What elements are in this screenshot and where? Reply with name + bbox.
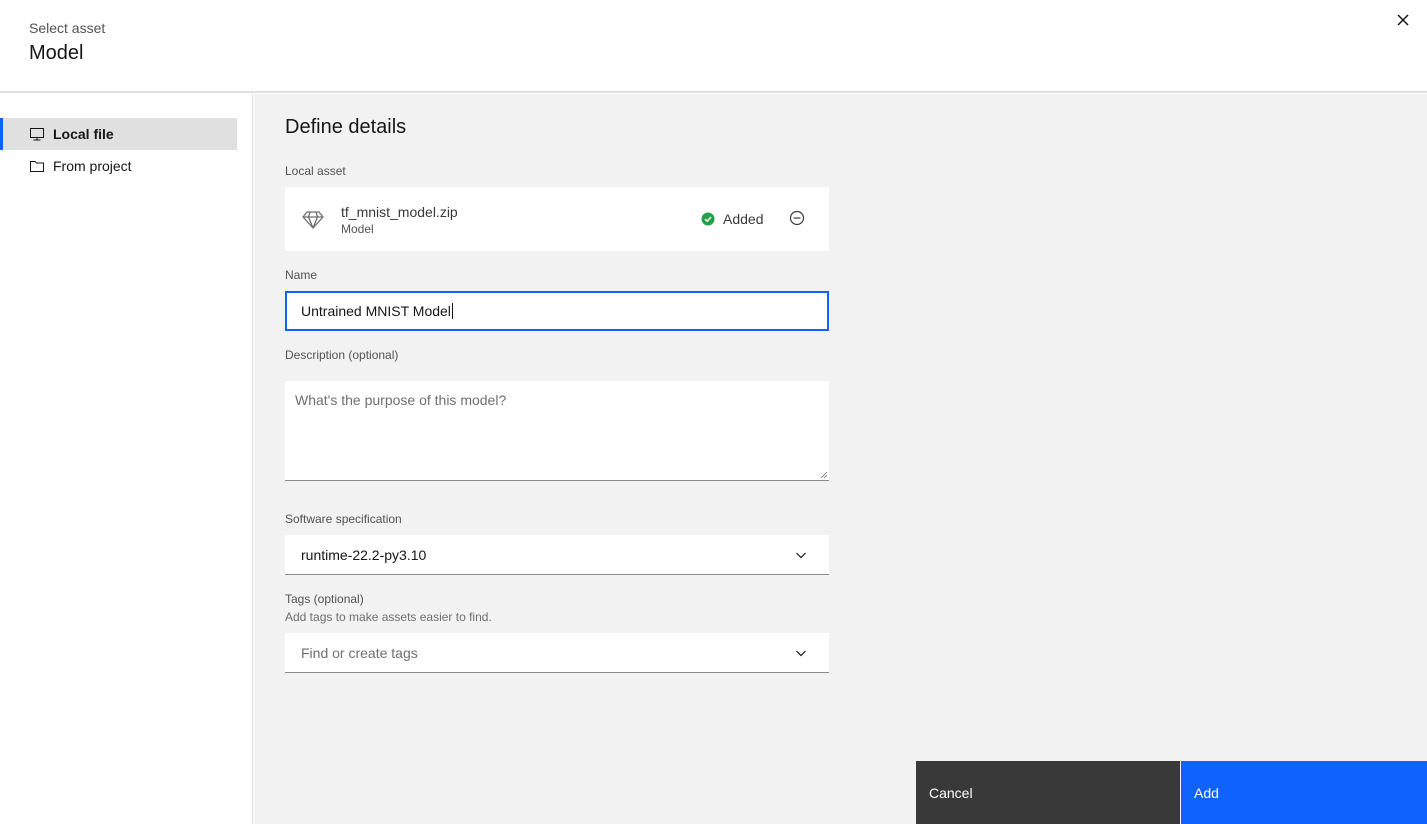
folder-icon [29, 158, 45, 174]
tags-helper-text: Add tags to make assets easier to find. [285, 610, 492, 624]
details-panel: Define details Local asset tf_mnist_mode… [254, 94, 1427, 824]
remove-asset-icon[interactable] [788, 209, 806, 227]
description-textarea[interactable]: What's the purpose of this model? [285, 381, 829, 481]
tags-combobox[interactable]: Find or create tags [285, 633, 829, 673]
close-icon [1397, 14, 1409, 26]
desktop-icon [29, 126, 45, 142]
asset-status: Added [701, 211, 763, 227]
asset-file-type: Model [341, 222, 374, 236]
resize-handle-icon[interactable] [820, 471, 828, 479]
tags-label: Tags (optional) [285, 592, 364, 606]
checkmark-filled-icon [701, 212, 715, 226]
description-label: Description (optional) [285, 348, 399, 362]
sidebar-item-label: From project [53, 158, 132, 174]
modal-eyebrow: Select asset [29, 20, 106, 36]
section-title: Define details [285, 116, 407, 138]
text-caret [451, 303, 453, 319]
modal-title: Model [29, 42, 84, 64]
chevron-down-icon [796, 650, 806, 656]
software-spec-label: Software specification [285, 512, 402, 526]
name-label: Name [285, 268, 318, 282]
sidebar: Local file From project [0, 94, 253, 824]
name-input[interactable]: Untrained MNIST Model [285, 291, 829, 331]
add-button[interactable]: Add [1181, 761, 1427, 824]
sidebar-item-local-file[interactable]: Local file [0, 118, 237, 150]
software-spec-value: runtime-22.2-py3.10 [301, 546, 427, 563]
local-asset-card: tf_mnist_model.zip Model Added [285, 187, 829, 251]
cancel-button[interactable]: Cancel [916, 761, 1180, 824]
sidebar-item-from-project[interactable]: From project [0, 150, 237, 182]
name-input-value: Untrained MNIST Model [301, 303, 451, 319]
model-diamond-icon [302, 211, 324, 229]
software-spec-dropdown[interactable]: runtime-22.2-py3.10 [285, 535, 829, 575]
sidebar-item-label: Local file [53, 126, 114, 142]
close-button[interactable] [1391, 8, 1415, 32]
description-placeholder: What's the purpose of this model? [295, 392, 507, 408]
chevron-down-icon [796, 552, 806, 558]
local-asset-label: Local asset [285, 164, 346, 178]
modal-header: Select asset Model [0, 0, 1427, 93]
status-text: Added [723, 211, 764, 227]
asset-file-name: tf_mnist_model.zip [341, 204, 458, 220]
tags-placeholder: Find or create tags [301, 644, 418, 661]
